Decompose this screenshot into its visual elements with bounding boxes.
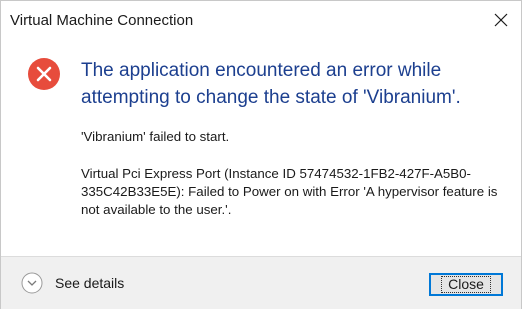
error-message-detail: Virtual Pci Express Port (Instance ID 57… — [81, 166, 498, 217]
error-dialog: Virtual Machine Connection The applicati… — [0, 0, 522, 309]
chevron-down-circle-icon — [21, 272, 43, 294]
see-details-toggle[interactable]: See details — [21, 271, 124, 295]
window-close-icon[interactable] — [487, 6, 515, 34]
close-button-label: Close — [441, 276, 491, 293]
close-button[interactable]: Close — [429, 273, 503, 296]
error-icon — [27, 57, 61, 91]
window-title: Virtual Machine Connection — [10, 12, 194, 29]
dialog-footer: See details Close — [1, 256, 521, 309]
error-message-start: 'Vibranium' failed to start. — [81, 129, 230, 144]
see-details-label: See details — [55, 275, 125, 291]
title-bar: Virtual Machine Connection — [1, 1, 521, 41]
error-headline: The application encountered an error whi… — [81, 60, 461, 108]
